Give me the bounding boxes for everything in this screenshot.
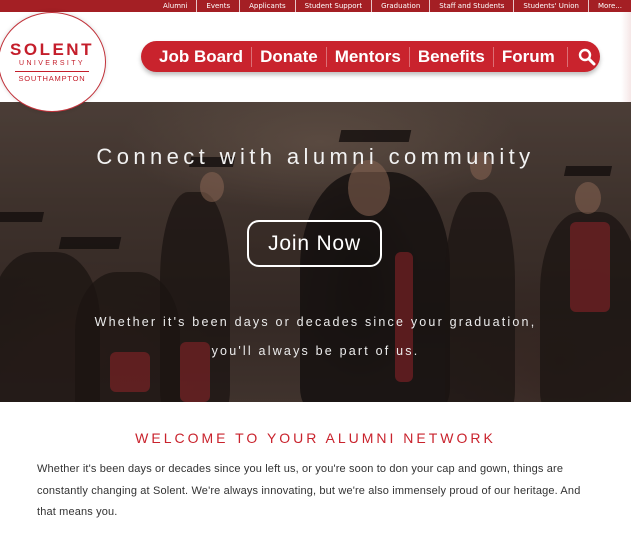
top-link-student-support[interactable]: Student Support (294, 0, 371, 12)
hero-subtitle-line: you'll always be part of us. (211, 344, 420, 358)
welcome-body: Whether it's been days or decades since … (37, 463, 581, 518)
nav-item-job-board[interactable]: Job Board (151, 46, 253, 67)
nav-item-benefits[interactable]: Benefits (410, 46, 494, 67)
logo-location: SOUTHAMPTON (18, 73, 86, 83)
hero-subtitle-line: Whether it's been days or decades since … (94, 315, 537, 329)
nav-item-forum[interactable]: Forum (494, 46, 568, 67)
logo-divider (15, 70, 89, 72)
top-link-events[interactable]: Events (196, 0, 239, 12)
hero-title: Connect with alumni community (96, 144, 535, 169)
logo-university: UNIVERSITY (18, 59, 85, 67)
top-link-students-union[interactable]: Students' Union (513, 0, 588, 12)
nav-item-mentors[interactable]: Mentors (327, 46, 410, 67)
top-utility-bar: Alumni Events Applicants Student Support… (0, 0, 631, 12)
top-links-list: Alumni Events Applicants Student Support… (154, 0, 631, 12)
main-nav: Job Board Donate Mentors Benefits Forum (141, 41, 600, 72)
join-now-button[interactable]: Join Now (247, 220, 382, 267)
hero-subtitle: Whether it's been days or decades since … (60, 308, 571, 366)
top-link-graduation[interactable]: Graduation (371, 0, 429, 12)
top-link-staff-and-students[interactable]: Staff and Students (429, 0, 513, 12)
site-header: SOLENT UNIVERSITY SOUTHAMPTON Job Board … (0, 12, 631, 112)
search-icon[interactable] (578, 48, 596, 66)
top-link-alumni[interactable]: Alumni (154, 0, 196, 12)
hero-banner: Connect with alumni community Join Now W… (0, 102, 631, 402)
welcome-section: WELCOME TO YOUR ALUMNI NETWORK Whether i… (0, 402, 631, 543)
top-link-more[interactable]: More... (587, 0, 631, 12)
logo-wordmark: SOLENT (10, 39, 94, 59)
welcome-heading: WELCOME TO YOUR ALUMNI NETWORK (135, 430, 496, 446)
top-link-applicants[interactable]: Applicants (239, 0, 295, 12)
solent-logo[interactable]: SOLENT UNIVERSITY SOUTHAMPTON (0, 12, 106, 112)
nav-item-donate[interactable]: Donate (252, 46, 327, 67)
